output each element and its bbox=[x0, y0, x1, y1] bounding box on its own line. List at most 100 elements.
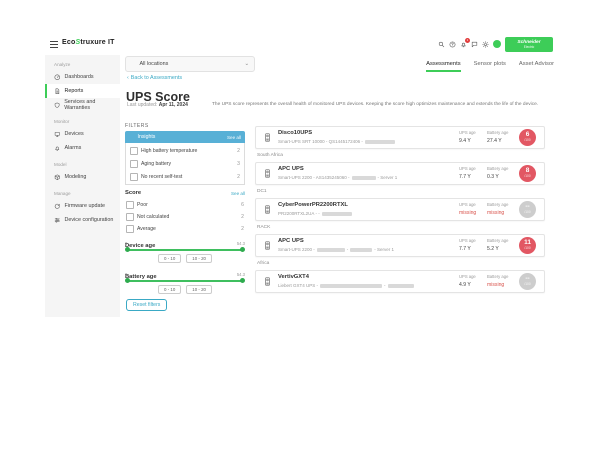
schneider-electric-logo: Schneider Electric bbox=[505, 37, 553, 52]
device-model-text: Smart-UPS SRT 10000 - QS1445172406 - bbox=[278, 139, 363, 144]
device-configuration-icon bbox=[54, 217, 61, 224]
tab-sensor-plots[interactable]: Sensor plots bbox=[474, 61, 506, 72]
battery-age-slider[interactable] bbox=[127, 280, 243, 282]
menu-icon[interactable] bbox=[50, 41, 58, 50]
device-name: CyberPowerPR2200RTXL bbox=[278, 202, 348, 208]
score-badge: 11/100 bbox=[519, 237, 536, 254]
device-card-disco10ups[interactable]: Disco10UPSSmart-UPS SRT 10000 - QS144517… bbox=[255, 126, 545, 149]
reset-filters-button[interactable]: Reset filters bbox=[126, 299, 167, 311]
filter-option-count: 2 bbox=[241, 226, 244, 232]
dashboards-icon bbox=[54, 74, 61, 81]
battery-age-chip-0-10[interactable]: 0 - 10 bbox=[158, 285, 181, 294]
device-age-slider-max-handle[interactable] bbox=[240, 247, 245, 252]
feedback-icon[interactable] bbox=[471, 41, 478, 48]
firmware-update-icon bbox=[54, 203, 61, 210]
redacted-text bbox=[352, 176, 376, 180]
device-model: Smart-UPS 2200 --- Server 1 bbox=[278, 247, 394, 252]
battery-age-column: Battery age5.2 Y bbox=[487, 238, 508, 252]
sidebar-item-firmware-update[interactable]: Firmware update bbox=[45, 199, 120, 213]
sidebar-item-label: Alarms bbox=[65, 145, 82, 151]
sidebar-item-alarms[interactable]: Alarms bbox=[45, 141, 120, 155]
location-selector[interactable]: All locations ⌄ bbox=[125, 56, 255, 72]
filter-option-label: Poor bbox=[137, 202, 238, 208]
logo-suffix: truxure IT bbox=[80, 39, 114, 46]
battery-age-value: 5.2 Y bbox=[487, 246, 508, 252]
device-model: Smart-UPS 2200 - AS1435245060 -- Server … bbox=[278, 175, 397, 180]
filter-option-label: High battery temperature bbox=[141, 148, 234, 154]
ups-age-label: UPS age bbox=[459, 202, 476, 207]
battery-age-slider-min-handle[interactable] bbox=[125, 278, 130, 283]
battery-age-column: Battery age27.4 Y bbox=[487, 130, 508, 144]
filter-option-label: Aging battery bbox=[141, 161, 234, 167]
battery-age-min: 0 bbox=[125, 272, 127, 277]
ups-age-column: UPS age 9.4 Y bbox=[459, 130, 476, 144]
sidebar-item-services-and-warranties[interactable]: Services and Warranties bbox=[45, 98, 120, 112]
device-card-apc-ups[interactable]: APC UPSSmart-UPS 2200 --- Server 1UPS ag… bbox=[255, 234, 545, 257]
ups-age-label: UPS age bbox=[459, 238, 476, 243]
search-icon[interactable] bbox=[438, 41, 445, 48]
battery-age-slider-max-handle[interactable] bbox=[240, 278, 245, 283]
score-checkbox-not-calculated[interactable] bbox=[126, 213, 134, 221]
score-denominator: /100 bbox=[524, 175, 530, 179]
device-age-slider-min-handle[interactable] bbox=[125, 247, 130, 252]
battery-age-label: Battery age bbox=[487, 202, 508, 207]
insights-option-aging-battery: Aging battery3 bbox=[126, 157, 244, 170]
modeling-icon bbox=[54, 174, 61, 181]
ups-device-icon bbox=[263, 167, 272, 180]
insights-checkbox-high-battery-temperature[interactable] bbox=[130, 147, 138, 155]
sidebar-item-label: Dashboards bbox=[65, 74, 94, 80]
redacted-text bbox=[365, 140, 395, 144]
notifications-icon[interactable]: 1 bbox=[460, 41, 467, 48]
redacted-text bbox=[322, 212, 352, 216]
redacted-text bbox=[350, 248, 372, 252]
sidebar-item-modeling[interactable]: Modeling bbox=[45, 170, 120, 184]
insights-filter-header[interactable]: Insights See all bbox=[125, 131, 245, 143]
battery-age-value: 0.3 Y bbox=[487, 174, 508, 180]
sidebar-item-devices[interactable]: Devices bbox=[45, 127, 120, 141]
device-model: Liebert GXT4 UPS -- bbox=[278, 283, 414, 288]
user-avatar[interactable] bbox=[493, 40, 501, 48]
tab-assessments[interactable]: Assessments bbox=[426, 61, 460, 72]
insights-checkbox-no-recent-self-test[interactable] bbox=[130, 173, 138, 181]
sidebar-section-manage: Manage bbox=[54, 191, 120, 196]
location-selector-label: All locations bbox=[140, 61, 169, 67]
ups-age-label: UPS age bbox=[459, 130, 476, 135]
insights-see-all-link[interactable]: See all bbox=[227, 135, 241, 140]
ups-device-icon bbox=[263, 203, 272, 216]
battery-age-chip-10-20[interactable]: 10 - 20 bbox=[186, 285, 212, 294]
sidebar-item-label: Reports bbox=[65, 88, 84, 94]
score-checkbox-poor[interactable] bbox=[126, 201, 134, 209]
filter-option-count: 3 bbox=[237, 161, 240, 167]
battery-age-value: missing bbox=[487, 282, 508, 288]
tab-asset-advisor[interactable]: Asset Advisor bbox=[519, 61, 554, 72]
notification-badge: 1 bbox=[465, 38, 470, 43]
score-badge: 6/100 bbox=[519, 129, 536, 146]
device-card-cyberpowerpr2200rtxl[interactable]: CyberPowerPR2200RTXLPR2200RTXL2UA - -UPS… bbox=[255, 198, 545, 221]
back-link[interactable]: ‹Back to Assessments bbox=[127, 75, 182, 81]
device-card-apc-ups[interactable]: APC UPSSmart-UPS 2200 - AS1435245060 -- … bbox=[255, 162, 545, 185]
sidebar-section-model: Model bbox=[54, 162, 120, 167]
sidebar-item-device-configuration[interactable]: Device configuration bbox=[45, 213, 120, 227]
sidebar: AnalyzeDashboardsReportsServices and War… bbox=[45, 55, 120, 317]
device-age-slider[interactable] bbox=[127, 249, 243, 251]
device-age-chip-10-20[interactable]: 10 - 20 bbox=[186, 254, 212, 263]
ups-age-value: 9.4 Y bbox=[459, 138, 476, 144]
device-model-text: - bbox=[384, 283, 386, 288]
sidebar-item-reports[interactable]: Reports bbox=[45, 84, 120, 98]
help-icon[interactable] bbox=[449, 41, 456, 48]
filter-option-label: Average bbox=[137, 226, 238, 232]
sidebar-item-dashboards[interactable]: Dashboards bbox=[45, 70, 120, 84]
battery-age-presets: 0 - 10 10 - 20 bbox=[125, 285, 245, 294]
score-checkbox-average[interactable] bbox=[126, 225, 134, 233]
insights-checkbox-aging-battery[interactable] bbox=[130, 160, 138, 168]
score-denominator: /100 bbox=[524, 283, 530, 287]
ups-device-icon bbox=[263, 131, 272, 144]
score-see-all-link[interactable]: See all bbox=[231, 191, 245, 196]
device-age-chip-0-10[interactable]: 0 - 10 bbox=[158, 254, 181, 263]
settings-icon[interactable] bbox=[482, 41, 489, 48]
insights-option-high-battery-temperature: High battery temperature2 bbox=[126, 144, 244, 157]
device-card-vertivgxt4[interactable]: VertivGXT4Liebert GXT4 UPS --UPS age4.9 … bbox=[255, 270, 545, 293]
filters-title: FILTERS bbox=[125, 123, 149, 129]
device-model: Smart-UPS SRT 10000 - QS1445172406 - bbox=[278, 139, 395, 144]
insights-options: High battery temperature2Aging battery3N… bbox=[125, 143, 245, 185]
